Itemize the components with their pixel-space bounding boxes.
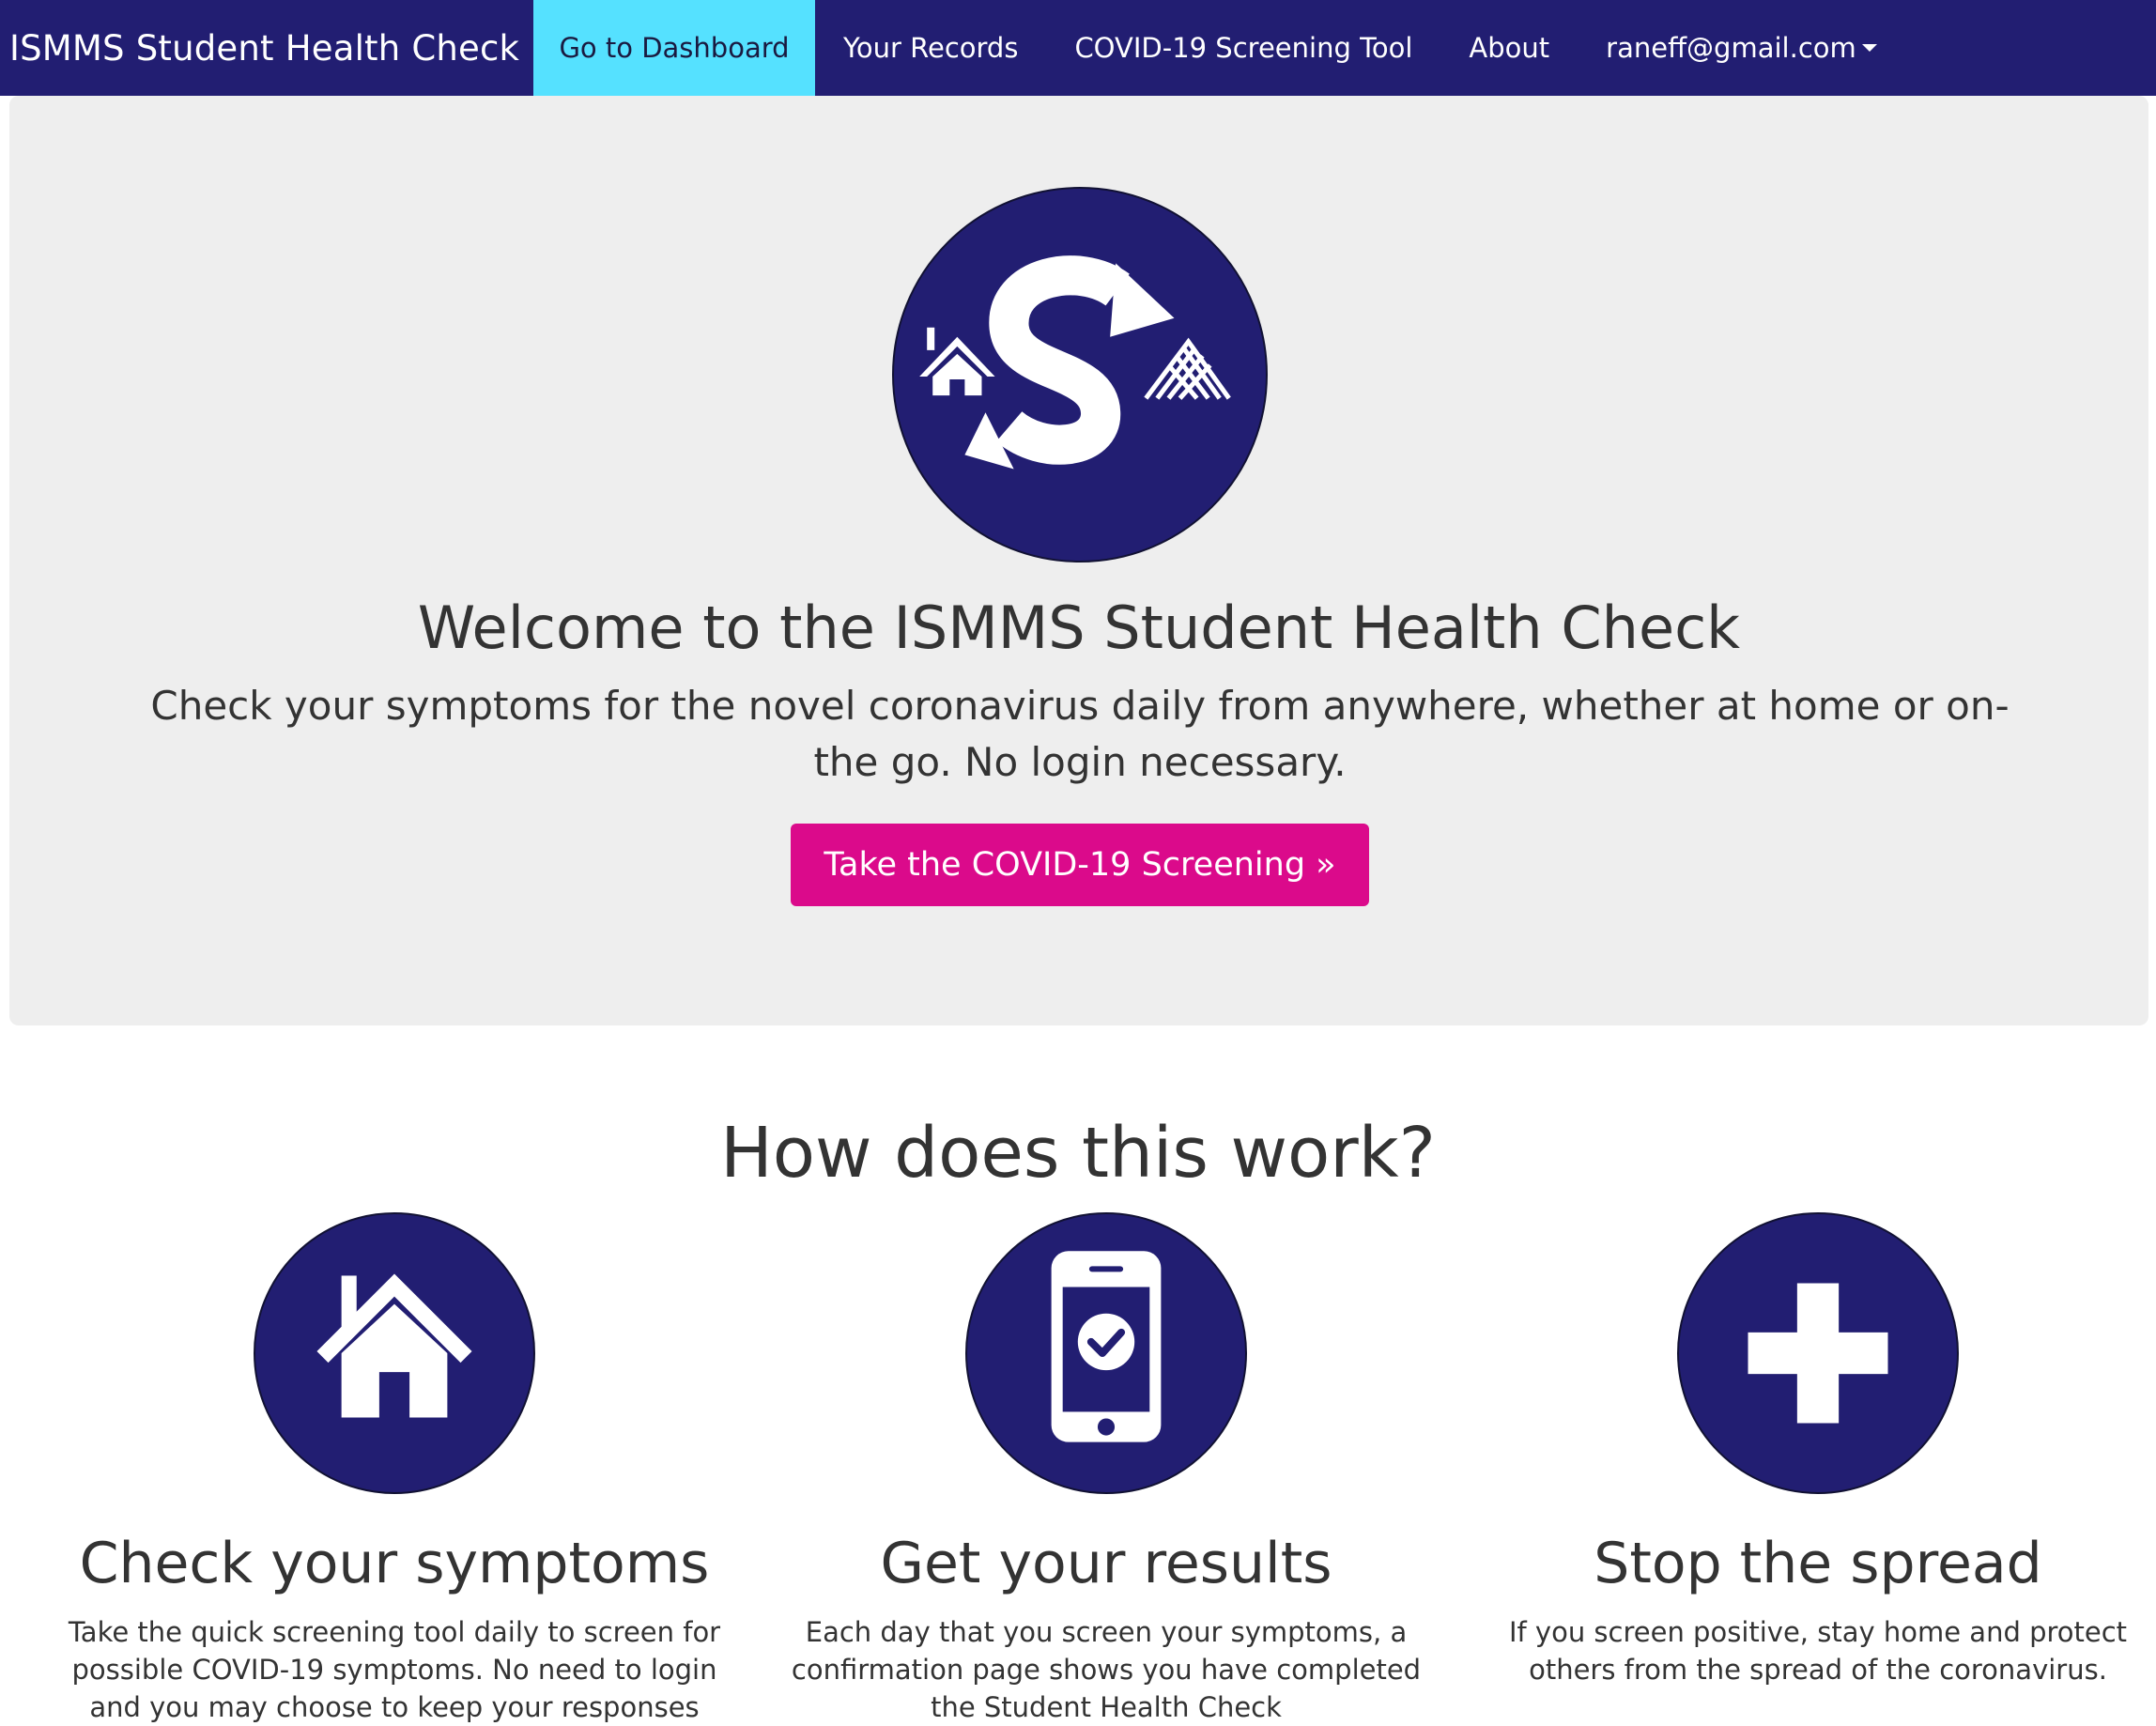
hero-description: Check your symptoms for the novel corona… (150, 683, 2010, 785)
nav-screening-tool[interactable]: COVID-19 Screening Tool (1046, 0, 1440, 96)
feature-stop-spread: Stop the spread If you screen positive, … (1461, 1211, 2156, 1688)
how-it-works-title: How does this work? (720, 1113, 1436, 1194)
feature-title: Stop the spread (1594, 1531, 2042, 1596)
user-account-dropdown[interactable]: raneff@gmail.com (1578, 0, 1905, 96)
user-email: raneff@gmail.com (1606, 32, 1856, 64)
nav-your-records[interactable]: Your Records (815, 0, 1046, 96)
feature-text: Each day that you screen your symptoms, … (791, 1616, 1422, 1723)
feature-check-symptoms: Check your symptoms Take the quick scree… (38, 1211, 751, 1726)
top-navbar: ISMMS Student Health Check Go to Dashboa… (0, 0, 2156, 96)
feature-get-results: Get your results Each day that you scree… (749, 1211, 1463, 1726)
feature-text: Take the quick screening tool daily to s… (68, 1616, 721, 1723)
brand-title[interactable]: ISMMS Student Health Check (0, 0, 533, 96)
take-screening-button[interactable]: Take the COVID-19 Screening » (791, 824, 1369, 906)
phone-check-icon (965, 1212, 1247, 1494)
feature-title: Get your results (880, 1531, 1332, 1596)
nav-about[interactable]: About (1440, 0, 1578, 96)
feature-text: If you screen positive, stay home and pr… (1508, 1616, 2128, 1686)
feature-title: Check your symptoms (79, 1531, 710, 1596)
student-health-logo-icon (892, 187, 1268, 562)
hero-section: Welcome to the ISMMS Student Health Chec… (9, 96, 2148, 1025)
nav-dashboard[interactable]: Go to Dashboard (533, 0, 815, 96)
hero-title: Welcome to the ISMMS Student Health Chec… (417, 593, 1741, 662)
house-icon (254, 1212, 535, 1494)
caret-down-icon (1861, 44, 1877, 52)
plus-icon (1677, 1212, 1959, 1494)
